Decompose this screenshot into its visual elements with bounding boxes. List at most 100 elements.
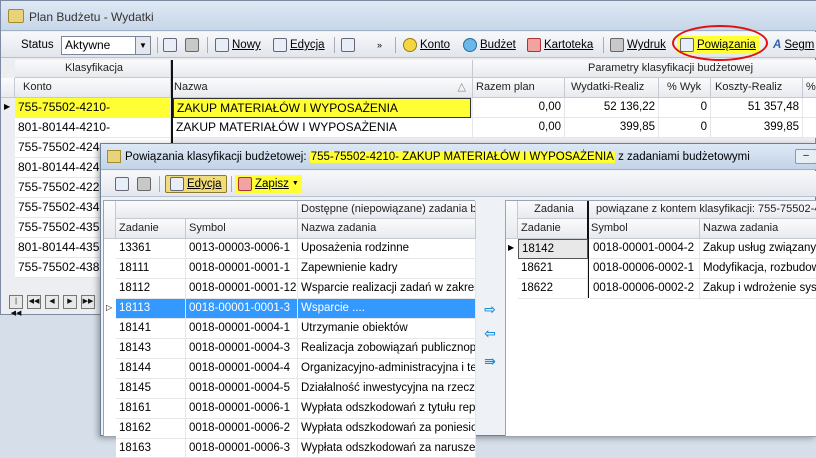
- edycja-button[interactable]: Edycja: [165, 175, 227, 193]
- chevron-down-icon[interactable]: ▼: [135, 37, 150, 54]
- linked-tasks-body: ▶ 18142 0018-00001-0004-2 Zakup usług związ…: [506, 239, 816, 299]
- new-document-icon: [215, 38, 229, 52]
- cell-nazwa: ZAKUP MATERIAŁÓW I WYPOSAŻENIA: [173, 98, 471, 118]
- dialog-toolbar: Edycja Zapisz ▼: [101, 171, 816, 197]
- cell-plan: 0,00: [473, 98, 565, 118]
- cell-nazwa: Wypłata odszkodowań za poniesion: [298, 419, 476, 439]
- dialog-title: Powiązania klasyfikacji budżetowej: 755-…: [125, 151, 750, 163]
- table-row[interactable]: 18111 0018-00001-0001-1 Zapewnienie kadry: [104, 259, 476, 279]
- print-button[interactable]: [185, 36, 199, 54]
- col-zadanie[interactable]: Zadanie: [518, 219, 588, 239]
- kartoteka-label: Kartoteka: [544, 39, 594, 51]
- table-row[interactable]: 18161 0018-00001-0006-1 Wypłata odszkodowa…: [104, 399, 476, 419]
- col-wydatki-realiz[interactable]: Wydatki-Realiz: [565, 78, 659, 98]
- cell-zadanie: 18145: [116, 379, 186, 399]
- first-record-button[interactable]: |◀◀: [9, 295, 23, 317]
- table-row[interactable]: 13361 0013-00003-0006-1 Uposażenia rodzinn…: [104, 239, 476, 259]
- col-nazwa[interactable]: Nazwa △: [171, 78, 473, 98]
- row-indicator-header: [1, 78, 15, 98]
- table-row[interactable]: ▶ 18142 0018-00001-0004-2 Zakup usług związ…: [506, 239, 816, 259]
- dialog-title-prefix: Powiązania klasyfikacji budżetowej:: [125, 151, 307, 163]
- cell-zadanie: 18113: [116, 299, 186, 319]
- cell-nazwa: Realizacja zobowiązań publicznopra: [298, 339, 476, 359]
- segm-button[interactable]: A Segm: [773, 36, 814, 54]
- next-page-button[interactable]: ▶▶: [81, 295, 95, 309]
- col-koszty-realiz[interactable]: Koszty-Realiz: [711, 78, 803, 98]
- cell-percent: [803, 98, 816, 118]
- current-row-icon: ▶: [508, 243, 515, 252]
- cell-symbol: 0018-00001-0004-1: [186, 319, 298, 339]
- group-header-zadania: Zadania: [518, 201, 588, 219]
- cell-nazwa: Wsparcie ....: [298, 299, 476, 319]
- nowy-button[interactable]: Nowy: [215, 36, 261, 54]
- group-header-empty: [116, 201, 298, 219]
- table-row[interactable]: 18145 0018-00001-0004-5 Działalność inwest…: [104, 379, 476, 399]
- cell-wydatki: 399,85: [565, 118, 659, 138]
- table-row[interactable]: 801-80144-4210- ZAKUP MATERIAŁÓW I WYPOS…: [1, 118, 816, 138]
- kartoteka-button[interactable]: Kartoteka: [527, 36, 593, 54]
- table-row-selected[interactable]: ▷ 18113 0018-00001-0001-3 Wsparcie ....: [104, 299, 476, 319]
- table-row[interactable]: 18112 0018-00001-0001-12 Wsparcie realizac…: [104, 279, 476, 299]
- cell-nazwa: Uposażenia rodzinne: [298, 239, 476, 259]
- arrow-right-icon[interactable]: ⇨: [483, 302, 497, 316]
- print-button[interactable]: [137, 175, 151, 193]
- cell-symbol: 0018-00001-0001-3: [186, 299, 298, 319]
- window-title: Plan Budżetu - Wydatki: [29, 10, 154, 24]
- status-value: Aktywne: [65, 38, 111, 52]
- link-tables-icon: [680, 38, 694, 52]
- edit-icon: [273, 38, 287, 52]
- konto-button[interactable]: Konto: [403, 36, 450, 54]
- col-wyk[interactable]: % Wyk: [659, 78, 711, 98]
- col-nazwa-zadania[interactable]: Nazwa zadania: [700, 219, 816, 239]
- cell-nazwa: Zapewnienie kadry: [298, 259, 476, 279]
- col-razem-plan[interactable]: Razem plan: [473, 78, 565, 98]
- cell-percent: [803, 118, 816, 138]
- table-row[interactable]: 18143 0018-00001-0004-3 Realizacja zobowią…: [104, 339, 476, 359]
- search-button[interactable]: [341, 36, 355, 54]
- prev-page-button[interactable]: ◀◀: [27, 295, 41, 309]
- main-toolbar: Status Aktywne ▼ Nowy Edycja » Konto Bud…: [1, 32, 816, 58]
- col-symbol[interactable]: Symbol: [186, 219, 298, 239]
- cell-nazwa: Organizacyjno-administracyjna i techn: [298, 359, 476, 379]
- cell-symbol: 0013-00003-0006-1: [186, 239, 298, 259]
- col-zadanie[interactable]: Zadanie: [116, 219, 186, 239]
- cell-zadanie: 18163: [116, 439, 186, 458]
- wydruk-button[interactable]: Wydruk: [610, 36, 666, 54]
- minimize-icon[interactable]: –: [795, 149, 816, 164]
- zapisz-button[interactable]: Zapisz ▼: [235, 175, 302, 193]
- table-row[interactable]: 18621 0018-00006-0002-1 Modyfikacja, rozbu…: [506, 259, 816, 279]
- table-row[interactable]: 18163 0018-00001-0006-3 Wypłata odszkodowa…: [104, 439, 476, 458]
- group-header-klasyfikacja: Klasyfikacja: [15, 60, 171, 78]
- status-select[interactable]: Aktywne ▼: [61, 36, 151, 55]
- arrow-left-icon[interactable]: ⇦: [483, 326, 497, 340]
- available-tasks-grid: Dostępne (niepowiązane) zadania bu Zadan…: [103, 200, 476, 458]
- prev-record-button[interactable]: ◀: [45, 295, 59, 309]
- table-row[interactable]: ▶ 755-75502-4210- ZAKUP MATERIAŁÓW I WYP…: [1, 98, 816, 118]
- more-button[interactable]: »: [377, 36, 382, 54]
- printer-icon: [610, 38, 624, 52]
- preview-button[interactable]: [115, 175, 129, 193]
- linked-tasks-grid: Zadania powiązane z kontem klasyfikacji:…: [505, 200, 816, 437]
- table-row[interactable]: 18144 0018-00001-0004-4 Organizacyjno-admi…: [104, 359, 476, 379]
- col-nazwa-zadania[interactable]: Nazwa zadania: [298, 219, 476, 239]
- preview-button[interactable]: [163, 36, 177, 54]
- table-row[interactable]: 18141 0018-00001-0004-1 Utrzymanie obiektó…: [104, 319, 476, 339]
- cell-zadanie: 18144: [116, 359, 186, 379]
- cell-zadanie: 18141: [116, 319, 186, 339]
- table-row[interactable]: 18162 0018-00001-0006-2 Wypłata odszkodowa…: [104, 419, 476, 439]
- table-row[interactable]: 18622 0018-00006-0002-2 Zakup i wdrożenie …: [506, 279, 816, 299]
- current-row-icon: ▶: [4, 102, 11, 111]
- app-icon: [8, 9, 24, 23]
- double-arrow-right-icon[interactable]: ⇛: [483, 354, 497, 368]
- powiazania-button[interactable]: Powiązania: [677, 36, 759, 54]
- col-symbol[interactable]: Symbol: [588, 219, 700, 239]
- cell-symbol: 0018-00001-0004-5: [186, 379, 298, 399]
- col-konto[interactable]: Konto: [15, 78, 171, 98]
- budzet-button[interactable]: Budżet: [463, 36, 516, 54]
- edycja-button[interactable]: Edycja: [273, 36, 325, 54]
- save-icon: [238, 177, 252, 191]
- row-indicator-header: [104, 201, 116, 239]
- cell-konto: 801-80144-4210-: [15, 118, 171, 138]
- col-percent[interactable]: %: [803, 78, 816, 98]
- next-record-button[interactable]: ▶: [63, 295, 77, 309]
